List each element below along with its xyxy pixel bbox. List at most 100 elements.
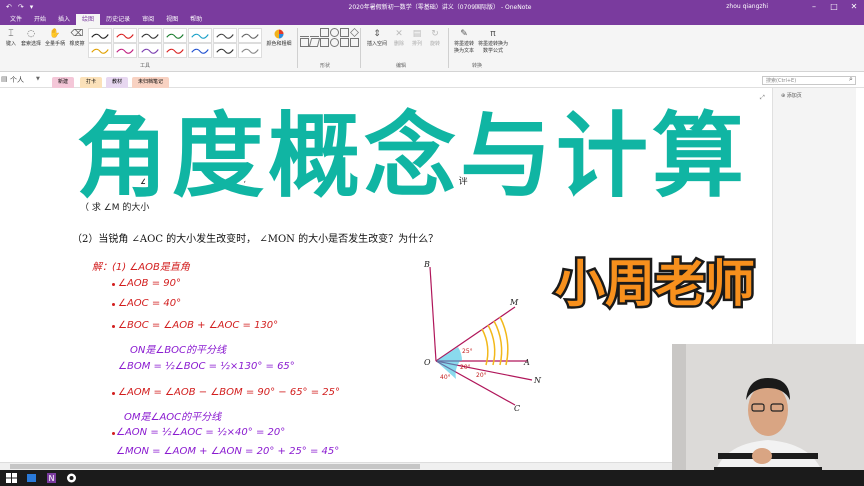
rect-shape[interactable]	[320, 38, 329, 47]
banner-title: 角度概念与计算	[76, 103, 748, 210]
pen-swatch[interactable]	[238, 43, 262, 58]
chevron-down-icon[interactable]: ▼	[36, 76, 40, 82]
ribbon-tabs: 文件 开始 插入 绘图 历史记录 审阅 视图 帮助	[0, 13, 864, 25]
type-tool[interactable]: ⌶ 键入	[3, 29, 19, 47]
pen-swatch[interactable]	[113, 43, 137, 58]
tab-history[interactable]: 历史记录	[100, 14, 136, 25]
notebook-bar: ▤ 个人 ▼ 新建 打卡 教材 未归档笔记 搜索(Ctrl+E) ⌕	[0, 72, 864, 88]
arrange-icon: ▤	[412, 29, 422, 39]
parallelogram-shape[interactable]	[308, 38, 321, 47]
group-label-convert: 转换	[472, 63, 483, 69]
onenote-app-icon[interactable]: N	[46, 473, 57, 483]
tab-file[interactable]: 文件	[4, 14, 28, 25]
pen-swatch[interactable]	[238, 28, 262, 43]
line-shape[interactable]	[300, 28, 309, 37]
group-label-tools: 工具	[140, 63, 151, 69]
user-name[interactable]: zhou qiangzhi	[726, 3, 768, 10]
cursor-icon: ⌶	[8, 29, 14, 39]
delete-button[interactable]: ✕ 删除	[392, 29, 406, 47]
draw-ribbon: ⌶ 键入 ◌ 套索选择 ✋ 全量手柄 ⌫ 橡皮擦 颜色和粗细 工具 形状 ⇕ 插…	[0, 25, 864, 72]
handwriting-line: 解：(1) ∠AOB是直角	[92, 262, 190, 273]
tab-insert[interactable]: 插入	[52, 14, 76, 25]
rect-shape[interactable]	[320, 28, 329, 37]
square-shape[interactable]	[350, 38, 359, 47]
diamond-shape[interactable]	[350, 28, 359, 37]
handwriting-line: ∠MON = ∠AOM + ∠AON = 20° + 25° = 45°	[116, 446, 340, 457]
maximize-icon[interactable]: □	[824, 0, 844, 13]
bullet-dot	[112, 283, 115, 286]
tab-review[interactable]: 审阅	[136, 14, 160, 25]
pen-swatch[interactable]	[163, 28, 187, 43]
pen-swatch[interactable]	[138, 43, 162, 58]
eraser-tool[interactable]: ⌫ 橡皮擦	[67, 29, 87, 47]
section-tab-unfiled[interactable]: 未归档笔记	[132, 77, 170, 88]
title-bar: ↶ ↷ ▾ 2020年暑假新初一数学（零基础）讲义（0709国际版） - One…	[0, 0, 864, 13]
handwriting-line: ∠AOM = ∠AOB − ∠BOM = 90° − 65° = 25°	[118, 387, 341, 398]
notebook-icon[interactable]: ▤	[1, 75, 8, 83]
customize-icon[interactable]: ▾	[30, 3, 34, 11]
point-label: N	[533, 376, 542, 385]
minimize-icon[interactable]: –	[804, 0, 824, 13]
recorder-app-icon[interactable]	[66, 473, 77, 483]
handwriting-line: ∠AOB = 90°	[118, 278, 181, 289]
redo-icon[interactable]: ↷	[18, 3, 24, 11]
windows-start-icon[interactable]	[6, 473, 17, 483]
divider	[448, 28, 449, 68]
scrollbar-thumb[interactable]	[10, 464, 420, 469]
color-wheel-icon	[274, 29, 284, 39]
section-tab-textbook[interactable]: 教材	[106, 77, 129, 88]
quick-access-toolbar: ↶ ↷ ▾	[0, 3, 90, 11]
horizontal-scrollbar[interactable]	[0, 462, 672, 470]
plus-icon: ⊕	[781, 93, 786, 99]
presenter-video	[672, 344, 864, 486]
pen-swatch[interactable]	[88, 28, 112, 43]
ellipse-shape[interactable]	[330, 28, 339, 37]
circle-shape[interactable]	[330, 38, 339, 47]
ink-to-text-button[interactable]: ✎ 将墨迹转换为文本	[452, 29, 476, 54]
shapes-gallery	[300, 28, 359, 58]
section-tab-new[interactable]: 新建	[52, 77, 75, 88]
handwriting-line: OM是∠AOC的平分线	[124, 412, 222, 423]
lasso-icon: ◌	[27, 29, 35, 39]
lasso-tool[interactable]: ◌ 套索选择	[20, 29, 42, 47]
ink-to-math-button[interactable]: π 将墨迹转换为数学公式	[478, 29, 508, 54]
task-view-icon[interactable]	[26, 473, 37, 483]
window-title: 2020年暑假新初一数学（零基础）讲义（0709国际版） - OneNote	[348, 4, 532, 11]
delete-icon: ✕	[395, 29, 403, 39]
pen-swatch[interactable]	[163, 43, 187, 58]
handwriting-line: ∠BOC = ∠AOB + ∠AOC = 130°	[118, 320, 279, 331]
triangle-shape[interactable]	[340, 28, 349, 37]
close-icon[interactable]: ✕	[844, 0, 864, 13]
group-label-edit: 编辑	[396, 63, 407, 69]
angle-mark: 25°	[462, 348, 473, 355]
search-icon[interactable]: ⌕	[849, 75, 853, 84]
insert-space-button[interactable]: ⇕ 插入空间	[364, 29, 390, 47]
tab-home[interactable]: 开始	[28, 14, 52, 25]
tab-help[interactable]: 帮助	[184, 14, 208, 25]
tab-draw[interactable]: 绘图	[76, 14, 101, 25]
undo-icon[interactable]: ↶	[6, 3, 12, 11]
search-input[interactable]: 搜索(Ctrl+E)	[762, 76, 856, 85]
trapezoid-shape[interactable]	[340, 38, 349, 47]
divider	[297, 28, 298, 68]
tab-view[interactable]: 视图	[160, 14, 184, 25]
ink-to-math-icon: π	[490, 29, 496, 39]
axis-shape[interactable]	[300, 38, 309, 47]
pen-swatch[interactable]	[213, 43, 237, 58]
pen-swatch[interactable]	[113, 28, 137, 43]
arrow-shape[interactable]	[310, 28, 319, 37]
pen-swatch[interactable]	[188, 28, 212, 43]
pen-swatch[interactable]	[213, 28, 237, 43]
add-page-button[interactable]: ⊕ 添加页	[781, 92, 802, 99]
rotate-button[interactable]: ↻ 旋转	[428, 29, 442, 47]
arrange-button[interactable]: ▤ 排列	[410, 29, 424, 47]
rotate-icon: ↻	[431, 29, 439, 39]
group-label-shapes: 形状	[320, 63, 331, 69]
pen-swatch[interactable]	[138, 28, 162, 43]
notebook-name[interactable]: 个人	[10, 75, 24, 85]
color-thickness-button[interactable]: 颜色和粗细	[262, 29, 296, 47]
section-tab-checkin[interactable]: 打卡	[80, 77, 103, 88]
pen-swatch[interactable]	[88, 43, 112, 58]
panning-hand-tool[interactable]: ✋ 全量手柄	[44, 29, 66, 47]
pen-swatch[interactable]	[188, 43, 212, 58]
